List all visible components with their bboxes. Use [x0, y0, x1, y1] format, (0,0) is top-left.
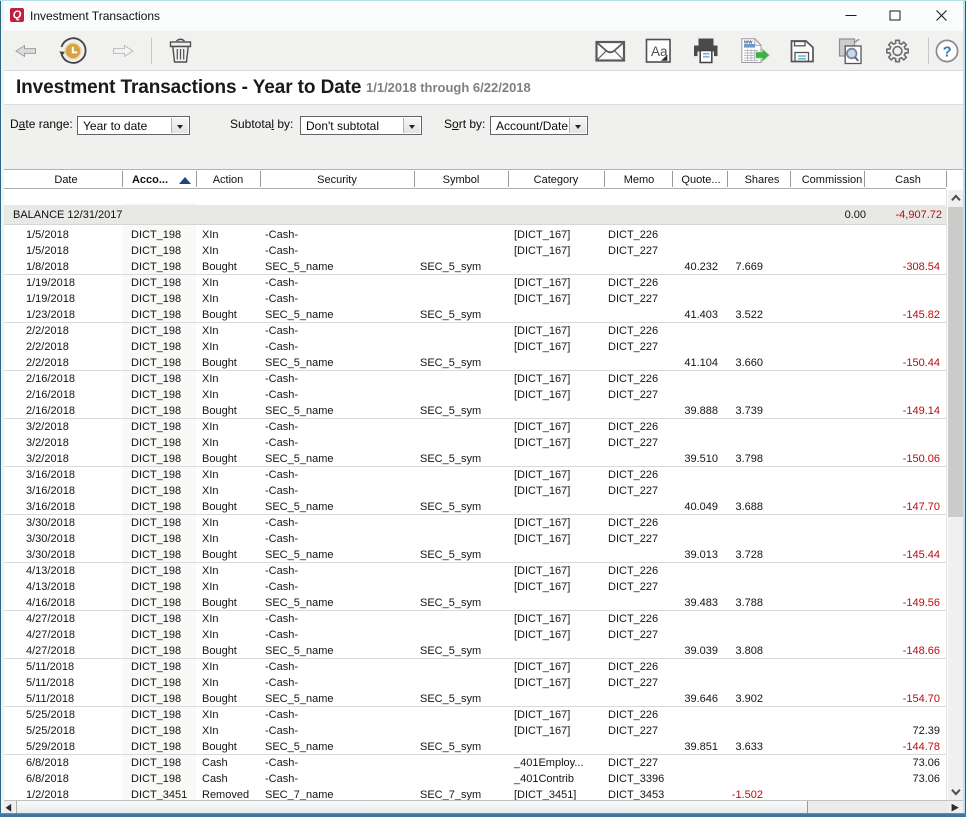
- svg-text:WW: WW: [744, 40, 753, 45]
- svg-text:?: ?: [943, 45, 952, 61]
